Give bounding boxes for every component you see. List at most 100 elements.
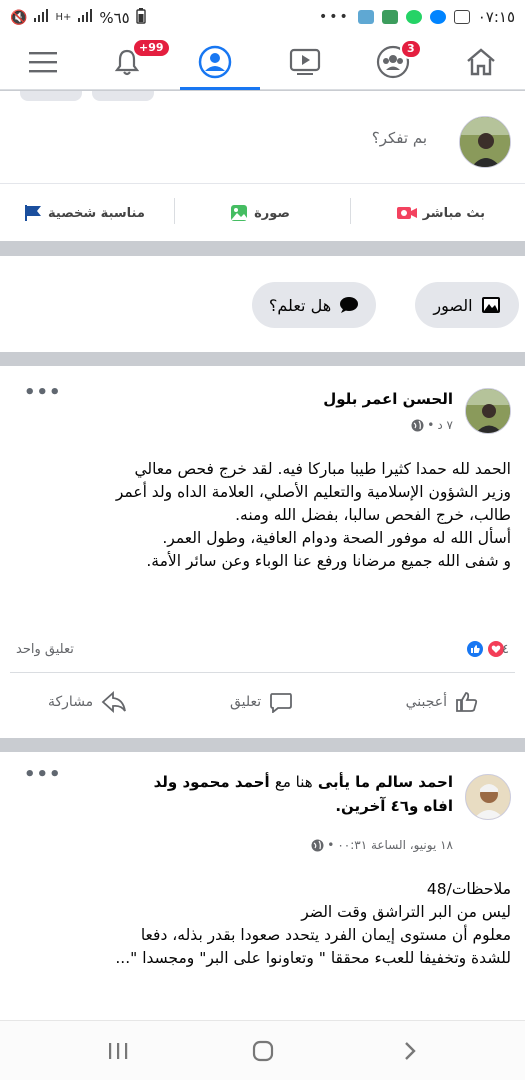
post-line: الحمد لله حمدا كثيرا طيبا مباركا فيه. لق… (134, 460, 511, 478)
suggestion-chips: الصور هل تعلم؟ (0, 256, 525, 352)
reactions-bar: ٤ تعليق واحد (0, 638, 525, 662)
top-navigation: +99 3 (0, 34, 525, 90)
home-button[interactable] (233, 1035, 293, 1067)
more-options-icon[interactable]: ••• (24, 764, 62, 785)
flag-icon (25, 205, 41, 221)
user-avatar[interactable] (459, 116, 511, 168)
with-text: هنا مع (274, 773, 313, 791)
like-button[interactable]: أعجبني (406, 682, 479, 722)
more-options-icon[interactable]: ••• (24, 382, 62, 403)
notifications-tab[interactable]: +99 (92, 34, 171, 90)
profile-icon (198, 45, 232, 79)
did-you-know-label: هل تعلم؟ (268, 295, 332, 315)
share-button[interactable]: مشاركة (48, 682, 127, 722)
share-label: مشاركة (48, 694, 94, 710)
battery-icon (136, 8, 146, 28)
android-navigation-bar (0, 1020, 525, 1080)
post-card: احمد سالم ما يأبى هنا مع أحمد محمود ولد … (0, 752, 525, 1022)
home-tab[interactable] (446, 34, 516, 90)
comment-label: تعليق (230, 694, 262, 710)
app-notif-icon (381, 10, 398, 24)
data-icon: H+ (55, 12, 72, 23)
post-meta: ٧ د • (411, 418, 453, 432)
post-line: ليس من البر التراشق وقت الضر (301, 903, 511, 921)
life-event-button[interactable]: مناسبة شخصية (24, 198, 145, 228)
mail-icon (453, 10, 470, 24)
gallery-notif-icon (357, 10, 374, 24)
post-author[interactable]: احمد سالم ما يأبى (318, 773, 453, 791)
signal-icon-2 (77, 9, 93, 27)
chevron-right-icon (405, 1042, 416, 1060)
globe-icon (411, 419, 424, 431)
battery-text: %٦٥ (99, 9, 130, 27)
post-meta: ١٨ يونيو، الساعة ٠٠:٣١ • (311, 838, 453, 852)
composer-card: بم تفكر؟ بث مباشر صورة مناسبة شخصية (0, 91, 525, 241)
status-left: 🔇 H+ %٦٥ (10, 8, 146, 28)
speech-bubble-icon (340, 297, 359, 313)
post-line: معلوم أن مستوى إيمان الفرد يتحدد صعودا ب… (140, 926, 511, 944)
photo-icon (231, 205, 248, 221)
divider (10, 672, 515, 673)
notifications-badge: +99 (132, 38, 171, 58)
post-line: و شفى الله جميع مرضانا ورفع عنا الوباء و… (146, 552, 511, 570)
home-circle-icon (252, 1040, 274, 1062)
hamburger-menu-icon (29, 52, 57, 73)
composer-input[interactable]: بم تفكر؟ (372, 129, 427, 147)
post-line: طالب، خرج الفحص سالبا، بفضل الله ومنه. (235, 506, 511, 524)
status-right: ••• ٠٧:١٥ (319, 8, 515, 26)
comment-button[interactable]: تعليق (230, 682, 293, 722)
messenger-icon (429, 10, 446, 24)
photo-button[interactable]: صورة (230, 198, 290, 228)
story-stub (92, 91, 154, 101)
live-video-icon (396, 207, 417, 219)
post-actions: أعجبني تعليق مشاركة (0, 682, 525, 722)
life-event-label: مناسبة شخصية (48, 205, 145, 221)
post-card: الحسن اعمر بلول ٧ د • ••• الحمد لله حمدا… (0, 366, 525, 738)
divider (0, 183, 525, 184)
did-you-know-chip[interactable]: هل تعلم؟ (252, 282, 376, 328)
post-time[interactable]: ١٨ يونيو، الساعة ٠٠:٣١ (337, 838, 453, 852)
post-line: للشدة وتخفيفا للعبء محققا " وتعاونوا على… (115, 949, 511, 967)
and-others[interactable]: و٤٦ آخرين. (335, 797, 418, 815)
watch-tab[interactable] (270, 34, 340, 90)
photos-chip[interactable]: الصور (415, 282, 519, 328)
back-button[interactable] (380, 1035, 440, 1067)
thumbs-up-icon (456, 692, 478, 712)
photos-chip-label: الصور (433, 295, 473, 315)
share-arrow-icon (101, 691, 127, 713)
recent-apps-button[interactable] (88, 1035, 148, 1067)
facebook-app-screen: 🔇 H+ %٦٥ ••• ٠٧:١٥ +99 3 بم تفكر؟ بث مبا… (0, 0, 525, 1080)
menu-tab[interactable] (8, 34, 78, 90)
divider (350, 198, 351, 224)
story-stub (20, 91, 82, 101)
composer-actions: بث مباشر صورة مناسبة شخصية (0, 198, 525, 228)
post-author[interactable]: الحسن اعمر بلول (323, 390, 453, 408)
status-bar: 🔇 H+ %٦٥ ••• ٠٧:١٥ (0, 0, 525, 34)
comment-bubble-icon (270, 693, 293, 713)
post-line: أسأل الله له موفور الصحة ودوام العافية، … (162, 529, 511, 547)
reaction-summary[interactable]: ٤ (466, 640, 509, 658)
clock: ٠٧:١٥ (477, 8, 515, 26)
groups-tab[interactable]: 3 (358, 34, 428, 90)
comments-count[interactable]: تعليق واحد (16, 642, 74, 657)
like-label: أعجبني (405, 694, 447, 710)
photo-label: صورة (254, 205, 290, 221)
whatsapp-icon (405, 10, 422, 24)
globe-icon (311, 839, 324, 851)
signal-icon (33, 9, 49, 27)
divider (174, 198, 175, 224)
mute-icon: 🔇 (10, 10, 28, 26)
home-icon (467, 48, 495, 76)
author-avatar[interactable] (465, 388, 511, 434)
like-reaction-icon (466, 640, 485, 658)
profile-tab[interactable] (180, 34, 260, 90)
tagged-person[interactable]: أحمد محمود ولد (154, 773, 270, 791)
photo-album-icon (481, 297, 500, 313)
post-line: ملاحظات/48 (426, 880, 511, 898)
post-body: ملاحظات/48 ليس من البر التراشق وقت الضر … (12, 878, 511, 970)
author-avatar[interactable] (465, 774, 511, 820)
post-time[interactable]: ٧ د (437, 418, 453, 432)
tagged-person-line2[interactable]: افاه (424, 797, 453, 815)
recent-apps-icon (109, 1043, 128, 1059)
live-button[interactable]: بث مباشر (396, 198, 485, 228)
